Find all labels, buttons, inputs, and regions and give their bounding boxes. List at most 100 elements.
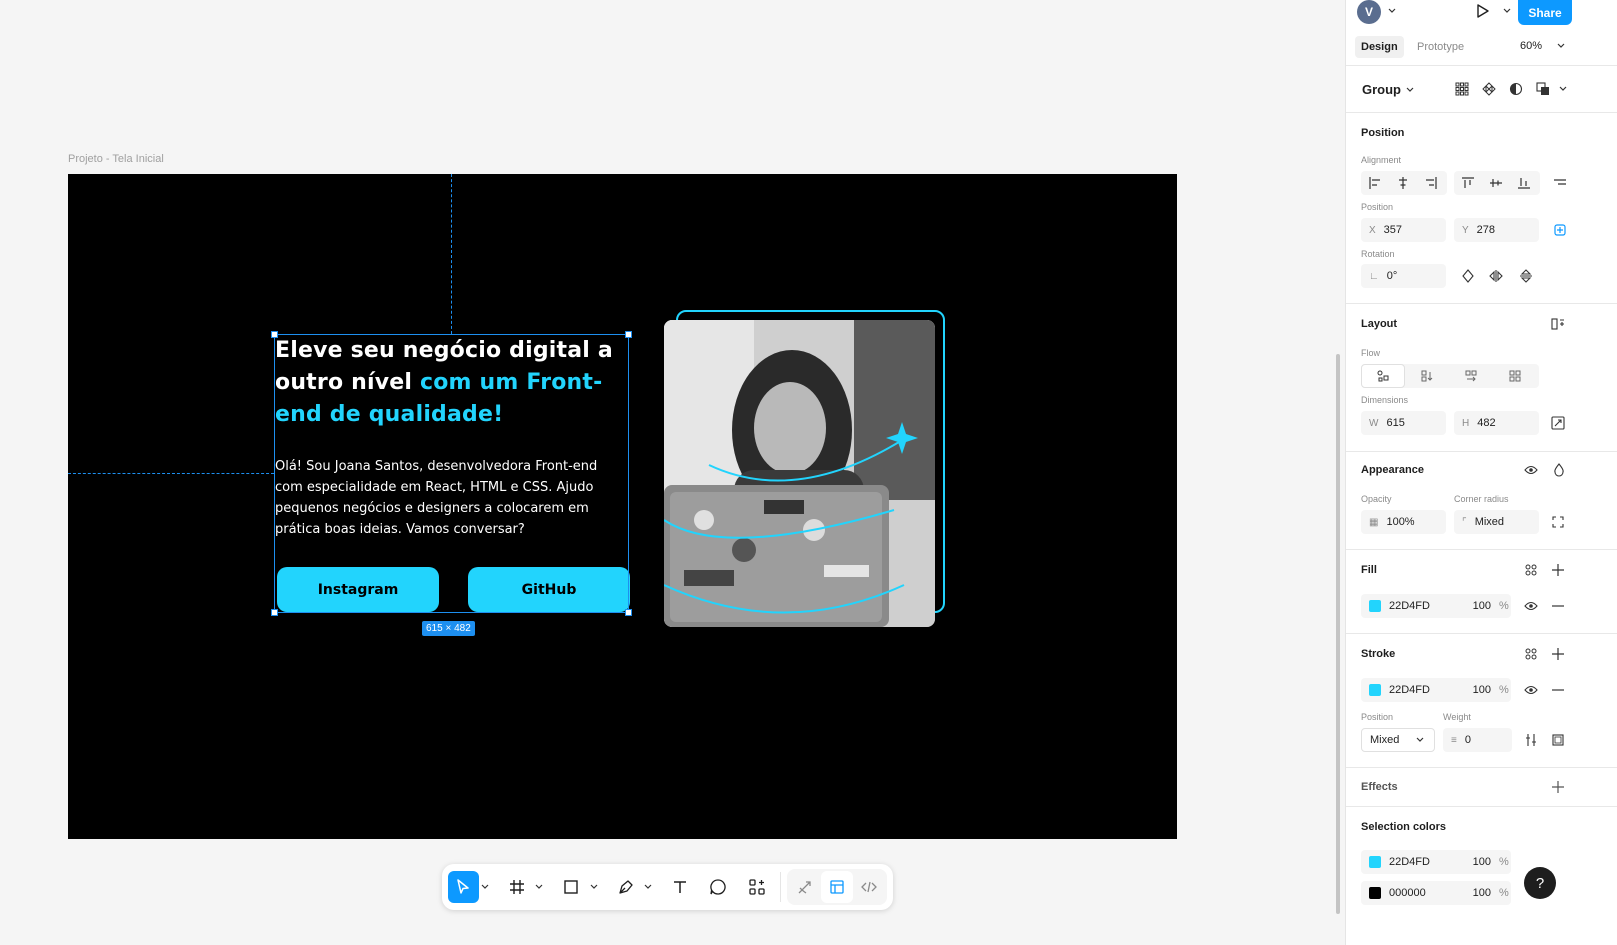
help-button[interactable]: ? (1524, 867, 1556, 899)
selection-color-swatch[interactable] (1369, 856, 1381, 868)
actions-tool[interactable] (741, 871, 772, 903)
selection-color-row[interactable]: 000000 100 % (1361, 881, 1511, 905)
stroke-position-select[interactable]: Mixed (1361, 728, 1435, 752)
h-prefix: H (1462, 417, 1470, 429)
align-left-button[interactable] (1361, 171, 1389, 195)
avatar-menu-caret[interactable] (1381, 0, 1403, 22)
y-position-input[interactable]: Y 278 (1454, 218, 1539, 242)
opacity-input[interactable]: ▦ 100% (1361, 510, 1446, 534)
fill-visibility-toggle[interactable] (1520, 595, 1542, 617)
height-input[interactable]: H 482 (1454, 411, 1539, 435)
flow-freeform[interactable] (1361, 364, 1405, 388)
flow-horizontal[interactable] (1449, 364, 1493, 388)
pen-tool[interactable] (610, 871, 641, 903)
tab-design[interactable]: Design (1355, 36, 1404, 58)
canvas-scrollbar[interactable] (1336, 354, 1340, 914)
stroke-sides-button[interactable] (1547, 729, 1569, 751)
tab-prototype[interactable]: Prototype (1411, 36, 1470, 58)
x-position-input[interactable]: X 357 (1361, 218, 1446, 242)
stroke-color-input[interactable]: 22D4FD 100 % (1361, 678, 1511, 702)
mask-button[interactable] (1505, 78, 1527, 100)
selection-color-row[interactable]: 22D4FD 100 % (1361, 850, 1511, 874)
resize-handle-bottom-left[interactable] (271, 609, 278, 616)
selection-type-caret[interactable] (1399, 79, 1421, 101)
add-effect-button[interactable] (1547, 776, 1569, 798)
resize-handle-bottom-right[interactable] (625, 609, 632, 616)
hash-frame-icon (510, 880, 525, 894)
panel-divider (1346, 112, 1617, 113)
sliders-icon (1526, 734, 1536, 746)
stroke-settings-button[interactable] (1520, 729, 1542, 751)
resize-handle-top-right[interactable] (625, 331, 632, 338)
frame-label[interactable]: Projeto - Tela Inicial (68, 153, 164, 165)
auto-layout-button[interactable] (1547, 313, 1569, 335)
zoom-menu-caret[interactable] (1550, 35, 1572, 57)
visibility-toggle[interactable] (1520, 459, 1542, 481)
flow-grid[interactable] (1493, 364, 1537, 388)
border-sides-icon (1552, 734, 1564, 746)
corner-radius-input[interactable]: ⌜ Mixed (1454, 510, 1539, 534)
present-menu-caret[interactable] (1496, 0, 1518, 22)
design-canvas[interactable]: Projeto - Tela Inicial Eleve seu negócio… (0, 0, 1345, 945)
frame-tool-caret[interactable] (535, 871, 545, 903)
draw-mode[interactable] (789, 871, 821, 903)
grid-layout-button[interactable] (1451, 78, 1473, 100)
fill-swatch[interactable] (1369, 600, 1381, 612)
add-fill-button[interactable] (1547, 559, 1569, 581)
align-right-button[interactable] (1417, 171, 1445, 195)
dev-mode[interactable] (853, 871, 885, 903)
constrain-proportions-button[interactable] (1547, 412, 1569, 434)
align-top-button[interactable] (1454, 171, 1482, 195)
text-tool[interactable] (664, 871, 695, 903)
stroke-swatch[interactable] (1369, 684, 1381, 696)
minus-icon (1552, 605, 1564, 607)
remove-stroke-button[interactable] (1547, 679, 1569, 701)
stroke-weight-value: 0 (1464, 734, 1471, 746)
flow-vertical[interactable] (1405, 364, 1449, 388)
boolean-button[interactable] (1532, 78, 1554, 100)
selection-color-swatch[interactable] (1369, 887, 1381, 899)
move-tool[interactable] (448, 871, 479, 903)
shape-tool[interactable] (556, 871, 587, 903)
flip-horizontal-button[interactable] (1485, 265, 1507, 287)
constraints-button[interactable] (1549, 219, 1571, 241)
comment-tool[interactable] (703, 871, 734, 903)
share-button[interactable]: Share (1518, 0, 1572, 25)
stroke-styles-button[interactable] (1520, 643, 1542, 665)
fill-color-input[interactable]: 22D4FD 100 % (1361, 594, 1511, 618)
stroke-visibility-toggle[interactable] (1520, 679, 1542, 701)
move-tool-caret[interactable] (481, 871, 491, 903)
remove-fill-button[interactable] (1547, 595, 1569, 617)
frame-tool[interactable] (502, 871, 533, 903)
panel-divider (1346, 65, 1617, 66)
distribute-button[interactable] (1549, 172, 1571, 194)
selection-box[interactable] (271, 331, 632, 616)
flip-vertical-button[interactable] (1515, 265, 1537, 287)
rotate-90-button[interactable] (1457, 265, 1479, 287)
pen-tool-caret[interactable] (643, 871, 653, 903)
rotation-input[interactable]: ∟ 0° (1361, 264, 1446, 288)
add-stroke-button[interactable] (1547, 643, 1569, 665)
selection-type-label[interactable]: Group (1362, 82, 1401, 97)
selection-color-hex: 22D4FD (1389, 856, 1430, 868)
create-component-button[interactable] (1478, 78, 1500, 100)
boolean-menu-caret[interactable] (1552, 78, 1574, 100)
fill-styles-button[interactable] (1520, 559, 1542, 581)
align-middle-button[interactable] (1482, 171, 1510, 195)
user-avatar[interactable]: V (1357, 0, 1381, 24)
resize-handle-top-left[interactable] (271, 331, 278, 338)
width-input[interactable]: W 615 (1361, 411, 1446, 435)
independent-corners-button[interactable] (1547, 511, 1569, 533)
blend-mode-button[interactable] (1548, 459, 1570, 481)
stroke-weight-input[interactable]: ≡ 0 (1443, 728, 1512, 752)
align-center-h-button[interactable] (1389, 171, 1417, 195)
design-mode[interactable] (820, 871, 853, 903)
present-button[interactable] (1472, 0, 1494, 22)
align-bottom-button[interactable] (1510, 171, 1538, 195)
profile-photo[interactable] (664, 320, 935, 627)
shape-tool-caret[interactable] (589, 871, 599, 903)
plus-icon (1552, 781, 1564, 793)
fill-opacity: 100 (1472, 600, 1491, 612)
zoom-level[interactable]: 60% (1520, 40, 1542, 52)
grid-flow-icon (1509, 370, 1521, 382)
